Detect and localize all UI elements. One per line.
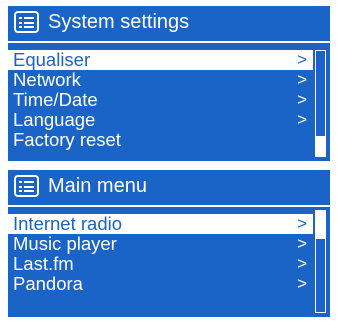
menu-item-label: Music player xyxy=(13,233,117,254)
menu-list-icon xyxy=(14,11,39,33)
menu-item-internet-radio[interactable]: Internet radio > xyxy=(8,214,313,234)
main-menu-title: Main menu xyxy=(48,175,147,197)
scrollbar[interactable] xyxy=(315,210,326,313)
chevron-right-icon: > xyxy=(297,274,307,293)
menu-item-label: Time/Date xyxy=(13,89,98,110)
menu-item-time-date[interactable]: Time/Date > xyxy=(8,90,313,110)
chevron-right-icon: > xyxy=(297,90,307,109)
menu-item-label: Pandora xyxy=(13,273,83,294)
menu-item-language[interactable]: Language > xyxy=(8,110,313,130)
menu-item-label: Last.fm xyxy=(13,253,74,274)
menu-item-label: Factory reset xyxy=(13,129,121,150)
system-settings-title: System settings xyxy=(48,11,190,33)
menu-item-music-player[interactable]: Music player > xyxy=(8,234,313,254)
menu-item-label: Language xyxy=(13,109,96,130)
menu-item-factory-reset[interactable]: Factory reset xyxy=(8,130,313,150)
main-menu-screen: Main menu Internet radio > Music player … xyxy=(8,170,330,317)
menu-item-label: Internet radio xyxy=(13,213,123,234)
chevron-right-icon: > xyxy=(297,254,307,273)
menu-item-last-fm[interactable]: Last.fm > xyxy=(8,254,313,274)
chevron-right-icon: > xyxy=(297,214,307,233)
menu-list-icon xyxy=(14,175,39,197)
menu-item-equaliser[interactable]: Equaliser > xyxy=(8,50,313,70)
menu-item-pandora[interactable]: Pandora > xyxy=(8,274,313,294)
system-settings-list: Equaliser > Network > Time/Date > Langua… xyxy=(8,50,313,150)
scrollbar-thumb[interactable] xyxy=(316,211,325,239)
chevron-right-icon: > xyxy=(297,110,307,129)
scrollbar-thumb[interactable] xyxy=(316,136,325,156)
title-divider xyxy=(8,205,330,207)
menu-item-label: Network xyxy=(13,69,81,90)
chevron-right-icon: > xyxy=(297,50,307,69)
title-divider xyxy=(8,41,330,43)
system-settings-screen: System settings Equaliser > Network > Ti… xyxy=(8,6,330,161)
chevron-right-icon: > xyxy=(297,234,307,253)
system-settings-titlebar: System settings xyxy=(8,6,330,40)
menu-item-label: Equaliser xyxy=(13,49,91,70)
menu-item-network[interactable]: Network > xyxy=(8,70,313,90)
chevron-right-icon: > xyxy=(297,70,307,89)
main-menu-titlebar: Main menu xyxy=(8,170,330,204)
main-menu-list: Internet radio > Music player > Last.fm … xyxy=(8,214,313,294)
scrollbar[interactable] xyxy=(315,50,326,157)
